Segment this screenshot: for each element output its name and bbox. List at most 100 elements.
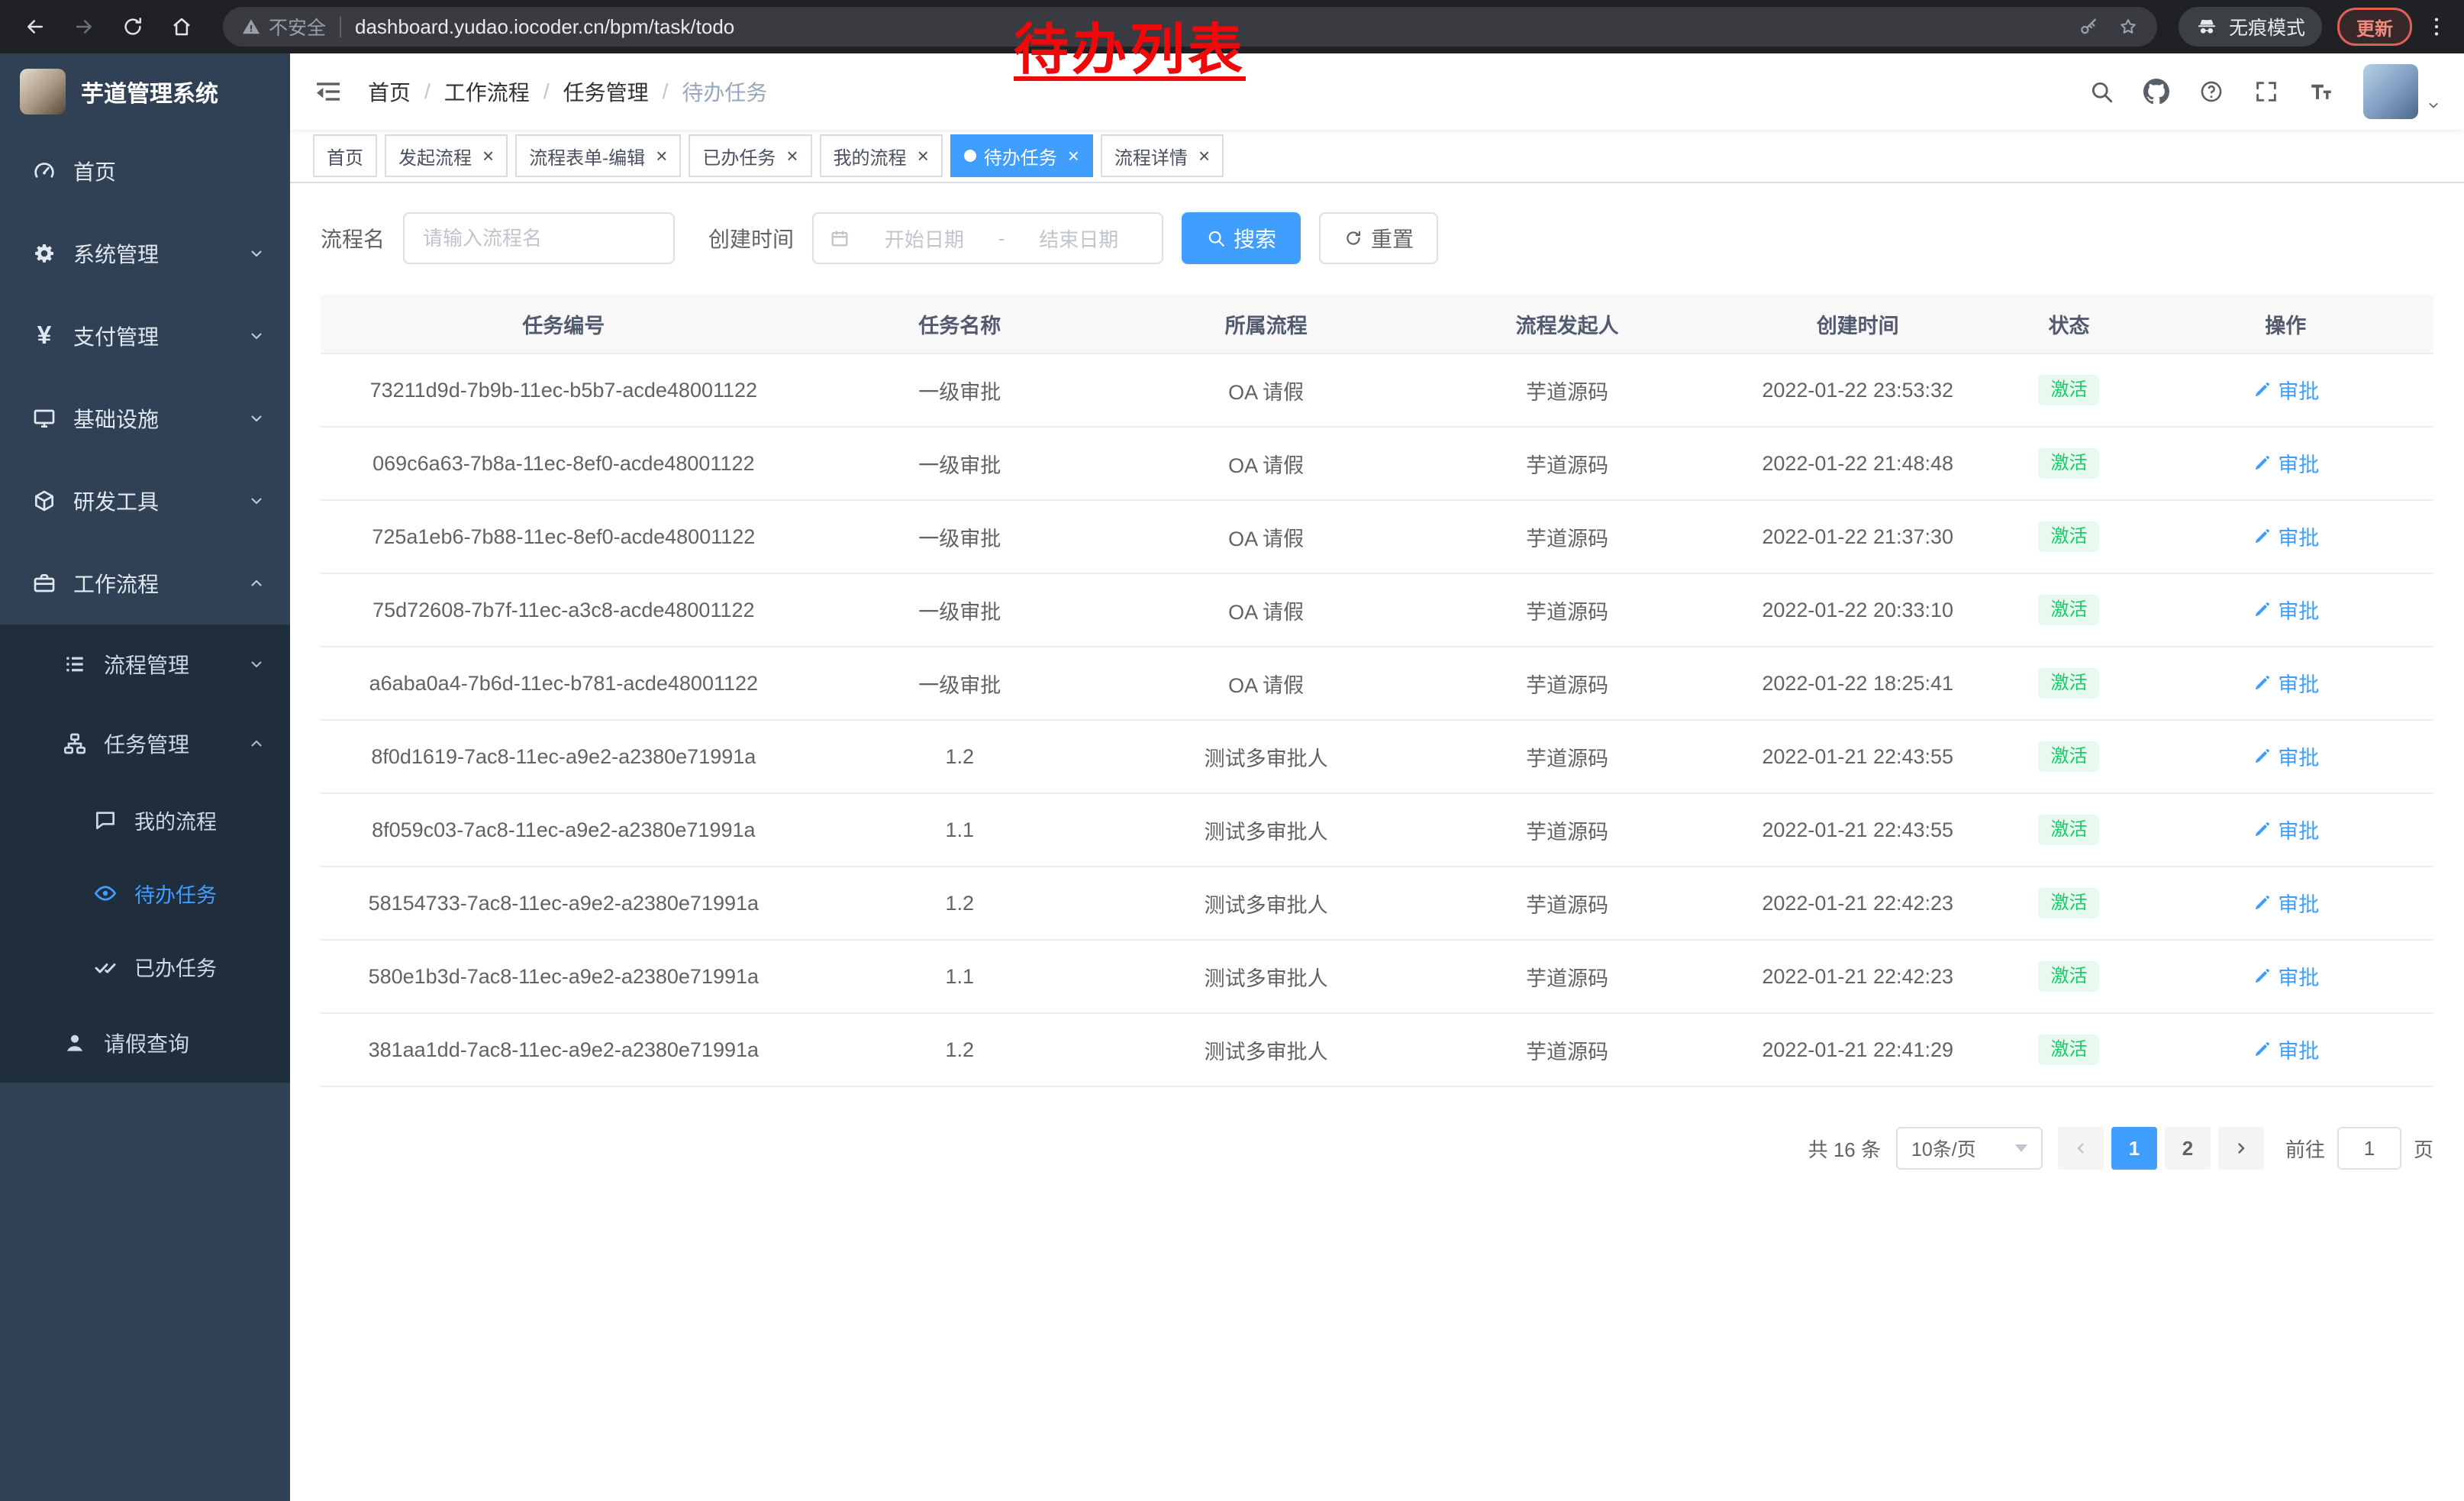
cell-name: 1.2 (807, 720, 1113, 793)
approve-button[interactable]: 审批 (2252, 375, 2319, 405)
approve-button[interactable]: 审批 (2252, 521, 2319, 551)
next-page-button[interactable] (2218, 1127, 2264, 1170)
font-size-icon[interactable] (2308, 79, 2334, 105)
cell-status: 激活 (2001, 353, 2138, 427)
create-time-label: 创建时间 (708, 223, 794, 253)
tab-start-process[interactable]: 发起流程× (385, 134, 508, 177)
tab-home[interactable]: 首页 (313, 134, 377, 177)
sidebar-item-home[interactable]: 首页 (0, 130, 290, 212)
sidebar-item-task-mgmt[interactable]: 任务管理 (0, 704, 290, 783)
cell-id: 58154733-7ac8-11ec-a9e2-a2380e71991a (321, 867, 807, 940)
home-icon[interactable] (162, 7, 202, 47)
tab-done-task[interactable]: 已办任务 × (689, 134, 811, 177)
sidebar-item-label: 系统管理 (73, 238, 232, 269)
total-count: 共 16 条 (1808, 1135, 1881, 1163)
close-icon[interactable]: × (656, 146, 667, 166)
approve-button[interactable]: 审批 (2252, 1035, 2319, 1064)
close-icon[interactable]: × (482, 146, 494, 166)
prev-page-button[interactable] (2058, 1127, 2104, 1170)
status-badge: 激活 (2038, 375, 2099, 405)
user-avatar[interactable] (2363, 64, 2441, 119)
close-icon[interactable]: × (786, 146, 798, 166)
sidebar-item-my-process[interactable]: 我的流程 (0, 783, 290, 857)
tab-label: 已办任务 (702, 143, 776, 169)
breadcrumb-item: 待办任务 (682, 76, 767, 107)
approve-button[interactable]: 审批 (2252, 595, 2319, 625)
sidebar-item-system[interactable]: 系统管理 (0, 212, 290, 295)
fullscreen-icon[interactable] (2253, 79, 2279, 105)
key-icon[interactable] (2078, 16, 2099, 37)
sidebar-item-done-task[interactable]: 已办任务 (0, 930, 290, 1003)
breadcrumb-item[interactable]: 任务管理 (563, 76, 649, 107)
chevron-down-icon (247, 492, 266, 510)
tab-todo-task[interactable]: 待办任务× (950, 134, 1093, 177)
chevron-down-icon (2015, 1144, 2027, 1152)
sidebar-item-workflow[interactable]: 工作流程 (0, 542, 290, 625)
sidebar-item-label: 支付管理 (73, 321, 232, 351)
sidebar-item-payment[interactable]: ¥支付管理 (0, 295, 290, 377)
page-size-select[interactable]: 10条/页 (1896, 1127, 2043, 1170)
approve-button[interactable]: 审批 (2252, 668, 2319, 698)
sidebar-item-todo-task[interactable]: 待办任务 (0, 857, 290, 930)
sidebar-item-leave-query[interactable]: 请假查询 (0, 1003, 290, 1083)
cell-created: 2022-01-21 22:43:55 (1715, 720, 2001, 793)
approve-button[interactable]: 审批 (2252, 815, 2319, 844)
date-range-picker[interactable]: 开始日期 - 结束日期 (812, 212, 1163, 264)
sidebar-item-infra[interactable]: 基础设施 (0, 377, 290, 460)
search-button[interactable]: 搜索 (1182, 212, 1301, 264)
browser-menu-icon[interactable] (2424, 15, 2449, 39)
cell-name: 1.2 (807, 867, 1113, 940)
help-icon[interactable] (2198, 79, 2224, 105)
approve-button[interactable]: 审批 (2252, 741, 2319, 771)
process-name-input[interactable] (403, 212, 675, 264)
cell-status: 激活 (2001, 1013, 2138, 1086)
cell-status: 激活 (2001, 793, 2138, 867)
forward-icon[interactable] (64, 7, 104, 47)
app-logo[interactable]: 芋道管理系统 (0, 53, 290, 130)
github-icon[interactable] (2143, 79, 2169, 105)
approve-label: 审批 (2278, 815, 2319, 844)
cube-icon (31, 489, 58, 513)
sidebar-item-dev-tools[interactable]: 研发工具 (0, 460, 290, 542)
page-jump-input[interactable] (2337, 1127, 2401, 1170)
column-header: 任务名称 (807, 295, 1113, 353)
reset-button[interactable]: 重置 (1319, 212, 1438, 264)
page-button-1[interactable]: 1 (2111, 1127, 2157, 1170)
back-icon[interactable] (15, 7, 55, 47)
cell-initiator: 芋道源码 (1419, 647, 1715, 720)
browser-chrome: 不安全 dashboard.yudao.iocoder.cn/bpm/task/… (0, 0, 2464, 53)
cell-initiator: 芋道源码 (1419, 720, 1715, 793)
approve-button[interactable]: 审批 (2252, 961, 2319, 991)
status-badge: 激活 (2038, 448, 2099, 479)
tab-my-process[interactable]: 我的流程× (820, 134, 943, 177)
cell-created: 2022-01-22 21:48:48 (1715, 427, 2001, 500)
sidebar-item-process-mgmt[interactable]: 流程管理 (0, 625, 290, 704)
close-icon[interactable]: × (1068, 146, 1079, 166)
edit-icon (2252, 454, 2272, 473)
cell-name: 一级审批 (807, 647, 1113, 720)
sidebar-toggle-icon[interactable] (313, 76, 343, 107)
pager: 12 (2058, 1127, 2264, 1170)
close-icon[interactable]: × (918, 146, 929, 166)
cell-name: 一级审批 (807, 500, 1113, 573)
update-button[interactable]: 更新 (2337, 8, 2412, 46)
breadcrumb-item[interactable]: 工作流程 (444, 76, 530, 107)
approve-button[interactable]: 审批 (2252, 888, 2319, 918)
bookmark-star-icon[interactable] (2117, 16, 2139, 37)
search-icon[interactable] (2088, 79, 2114, 105)
breadcrumb-item[interactable]: 首页 (368, 76, 411, 107)
close-icon[interactable]: × (1198, 146, 1210, 166)
cell-action: 审批 (2137, 720, 2433, 793)
cell-process: 测试多审批人 (1113, 720, 1419, 793)
url-text: dashboard.yudao.iocoder.cn/bpm/task/todo (355, 15, 2059, 39)
tab-form-edit[interactable]: 流程表单-编辑× (515, 134, 681, 177)
table-row: 069c6a63-7b8a-11ec-8ef0-acde48001122一级审批… (321, 427, 2433, 500)
address-bar[interactable]: 不安全 dashboard.yudao.iocoder.cn/bpm/task/… (223, 7, 2157, 47)
approve-button[interactable]: 审批 (2252, 448, 2319, 478)
incognito-icon (2195, 15, 2218, 38)
page-button-2[interactable]: 2 (2165, 1127, 2211, 1170)
navbar-actions (2088, 64, 2441, 119)
tab-process-detail[interactable]: 流程详情× (1101, 134, 1224, 177)
reload-icon[interactable] (113, 7, 153, 47)
cell-process: OA 请假 (1113, 427, 1419, 500)
